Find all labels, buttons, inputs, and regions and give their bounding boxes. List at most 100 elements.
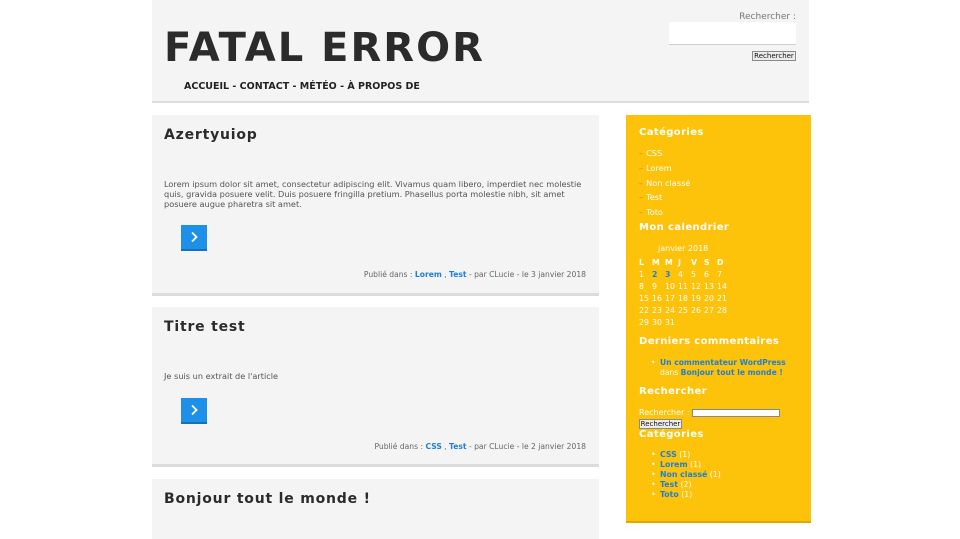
category-count: (1) [690,460,702,469]
post-title[interactable]: Titre test [164,319,246,335]
nav-item-weather[interactable]: MÉTÉO [300,81,337,92]
sidebar-search-button[interactable]: Rechercher [639,419,682,429]
category-item[interactable]: – Lorem [639,163,672,173]
calendar-day: 18 [678,293,688,303]
calendar-day: 12 [691,281,701,291]
calendar-weekday: M [652,257,660,267]
post-excerpt: Lorem ipsum dolor sit amet, consectetur … [164,179,582,209]
site-header: FATAL ERROR ACCUEIL - CONTACT - MÉTÉO - … [152,0,809,103]
category-link[interactable]: Test [660,480,678,489]
calendar-day: 17 [665,293,675,303]
chevron-right-icon [191,231,198,243]
calendar-caption: janvier 2018 [658,244,709,253]
post-category-link[interactable]: Test [449,442,466,451]
category-count: (1) [681,490,693,499]
calendar-day[interactable]: 3 [665,268,678,280]
category-item[interactable]: – CSS [639,148,662,158]
nav-item-home[interactable]: ACCUEIL [184,81,229,92]
dash-icon: – [639,163,644,173]
post-title[interactable]: Bonjour tout le monde ! [164,491,371,507]
post-meta-author-date: - par CLucie - le 3 janvier 2018 [466,270,586,279]
calendar-day: 5 [691,269,696,279]
calendar-day: 21 [717,293,727,303]
category-item[interactable]: – Test [639,192,662,202]
nav-item-about[interactable]: À PROPOS DE [347,81,420,92]
calendar-day: 4 [678,269,683,279]
calendar-day[interactable]: 2 [652,268,665,280]
calendar-weekday: L [639,257,644,267]
header-search-label: Rechercher : [739,12,796,22]
calendar-day: 23 [652,305,662,315]
calendar-day: 6 [704,269,709,279]
category-count-item: • Lorem (1) [651,460,702,469]
widget-title-calendar: Mon calendrier [639,222,730,233]
category-link[interactable]: Lorem [660,460,688,469]
calendar-weekday: J [678,257,681,267]
category-count: (1) [709,470,721,479]
dash-icon: – [639,178,644,188]
category-link[interactable]: Non classé [660,470,707,479]
read-more-button[interactable] [181,225,207,251]
calendar-day: 13 [704,281,714,291]
post-category-link[interactable]: Lorem [415,270,442,279]
category-count: (2) [680,480,692,489]
calendar-day: 28 [717,305,727,315]
calendar-day: 27 [704,305,714,315]
header-search-button[interactable]: Rechercher [752,51,796,61]
calendar-week: 22 23 24 25 26 27 28 [639,304,730,316]
comment-post-link[interactable]: Bonjour tout le monde ! [681,368,783,377]
post-category-link[interactable]: CSS [425,442,441,451]
category-item[interactable]: – Non classé [639,178,690,188]
calendar-day: 10 [665,281,675,291]
read-more-button[interactable] [181,398,207,424]
post-meta: Publié dans : CSS , Test - par CLucie - … [374,442,586,451]
recent-comment: • Un commentateur WordPress dans Bonjour … [651,358,800,378]
post-card: Bonjour tout le monde ! [152,479,599,539]
comment-author-link[interactable]: Un commentateur WordPress [660,358,786,367]
calendar-day: 19 [691,293,701,303]
calendar-weekday: V [691,257,698,267]
main-nav: ACCUEIL - CONTACT - MÉTÉO - À PROPOS DE [184,81,420,92]
site-title[interactable]: FATAL ERROR [164,24,485,72]
post-title[interactable]: Azertyuiop [164,127,258,143]
calendar-day: 29 [639,317,649,327]
calendar-day [717,316,730,328]
calendar-day: 1 [639,269,644,279]
dash-icon: – [639,148,644,158]
category-count-item: • Toto (1) [651,490,693,499]
calendar-weekday: D [717,257,724,267]
category-count-item: • Non classé (1) [651,470,721,479]
chevron-right-icon [191,404,198,416]
calendar-day: 22 [639,305,649,315]
calendar-week: 15 16 17 18 19 20 21 [639,292,730,304]
category-link[interactable]: Toto [660,490,679,499]
header-search-input[interactable] [669,22,796,45]
category-count-item: • Test (2) [651,480,692,489]
bullet-icon: • [651,490,656,499]
post-excerpt: Je suis un extrait de l'article [164,371,279,381]
post-card: Titre test Je suis un extrait de l'artic… [152,307,599,467]
calendar-day: 9 [652,281,657,291]
calendar-week: 8 9 10 11 12 13 14 [639,280,730,292]
calendar-day: 7 [717,269,722,279]
sidebar-search-input[interactable] [692,409,780,417]
category-link[interactable]: CSS [660,450,677,459]
category-separator: , [441,270,450,279]
sidebar: Catégories – CSS – Lorem – Non classé – Test… [626,115,811,523]
post-category-link[interactable]: Test [449,270,466,279]
nav-item-contact[interactable]: CONTACT [240,81,290,92]
category-separator: , [441,442,450,451]
dash-icon: – [639,207,644,217]
calendar-day: 31 [665,317,675,327]
widget-title-recent-comments: Derniers commentaires [639,336,780,347]
calendar-day: 16 [652,293,662,303]
post-card: Azertyuiop Lorem ipsum dolor sit amet, c… [152,115,599,296]
dash-icon: – [639,192,644,202]
calendar-day: 15 [639,293,649,303]
category-item[interactable]: – Toto [639,207,663,217]
post-meta-author-date: - par CLucie - le 2 janvier 2018 [466,442,586,451]
calendar-week: 1234567 [639,268,730,280]
calendar-day: 11 [678,281,688,291]
category-count-item: • CSS (1) [651,450,690,459]
calendar-day: 20 [704,293,714,303]
